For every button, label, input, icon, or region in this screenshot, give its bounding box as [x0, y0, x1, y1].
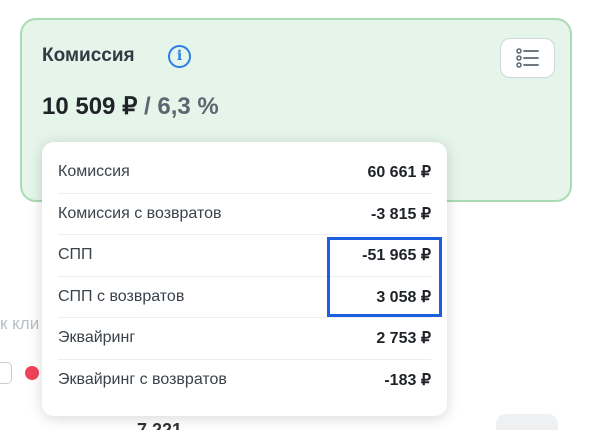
- commission-value: 10 509 ₽ / 6,3 %: [42, 92, 219, 121]
- background-chip[interactable]: [496, 414, 558, 430]
- breakdown-label: Эквайринг с возвратов: [58, 371, 227, 389]
- commission-amount: 10 509 ₽: [42, 93, 138, 120]
- breakdown-label: СПП: [58, 246, 93, 264]
- commission-percent: 6,3 %: [157, 93, 219, 120]
- breakdown-amount: 60 661 ₽: [367, 164, 431, 182]
- value-separator: /: [137, 93, 158, 120]
- list-icon: [515, 48, 539, 68]
- spp-highlight-box: [327, 237, 442, 317]
- breakdown-label: Комиссия: [58, 163, 130, 181]
- background-partial-text: к кли: [0, 314, 40, 333]
- card-title: Комиссия: [42, 45, 135, 66]
- breakdown-amount: 2 753 ₽: [376, 330, 431, 348]
- details-list-button[interactable]: [500, 38, 555, 78]
- breakdown-label: Эквайринг: [58, 329, 136, 347]
- background-partial-number: 7 221: [137, 420, 183, 430]
- breakdown-row: Эквайринг 2 753 ₽: [58, 318, 431, 360]
- info-icon[interactable]: i: [168, 45, 191, 68]
- background-red-dot: [25, 366, 39, 380]
- breakdown-label: Комиссия с возвратов: [58, 204, 222, 222]
- breakdown-row: Эквайринг с возвратов -183 ₽: [58, 360, 431, 402]
- breakdown-amount: -183 ₽: [384, 372, 431, 390]
- breakdown-amount: -3 815 ₽: [371, 205, 431, 223]
- background-checkbox[interactable]: [0, 362, 12, 384]
- breakdown-label: СПП с возвратов: [58, 287, 185, 305]
- breakdown-row: Комиссия 60 661 ₽: [58, 152, 431, 194]
- breakdown-row: Комиссия с возвратов -3 815 ₽: [58, 194, 431, 235]
- commission-widget-view: Комиссия i 10 509 ₽ / 6,3 % к кли 7 221 …: [0, 0, 590, 430]
